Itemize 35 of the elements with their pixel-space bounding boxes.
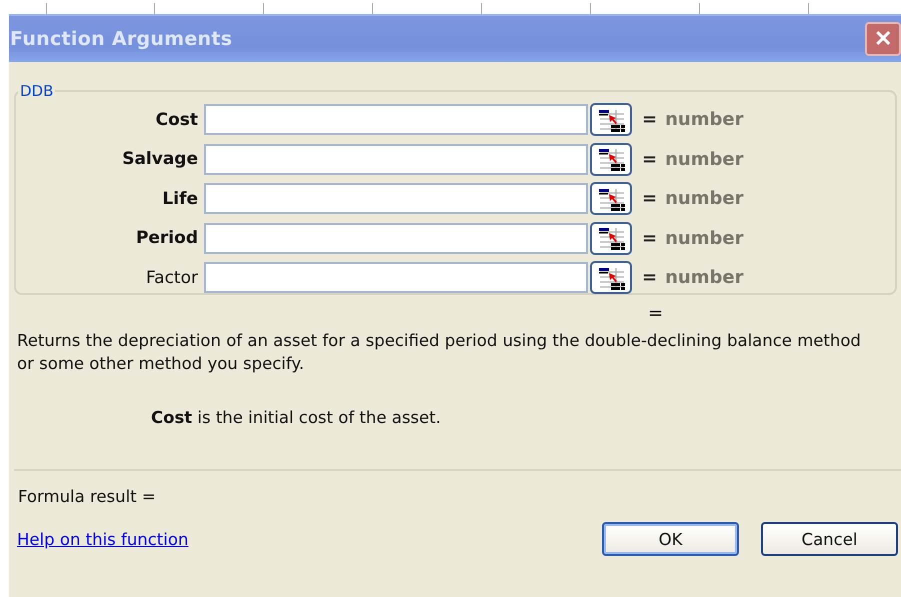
argument-field[interactable]: [204, 262, 588, 294]
dialog-button[interactable]: OK: [602, 522, 739, 556]
argument-label: Factor: [144, 268, 199, 288]
equals-sign: =: [642, 188, 658, 210]
argument-description: Cost is the initial cost of the asset.: [151, 408, 442, 427]
equals-sign: =: [642, 148, 658, 170]
group-title: DDB: [19, 82, 54, 100]
help-link[interactable]: Help on this function: [17, 530, 188, 548]
dialog-button[interactable]: Cancel: [761, 522, 898, 556]
equals-sign: =: [642, 109, 658, 130]
argument-field[interactable]: [204, 144, 588, 175]
value-type-hint: number: [665, 109, 744, 130]
value-type-hint: number: [665, 188, 744, 210]
function-description: Returns the depreciation of an asset for a specified period using the double-declining balance method or some other method you specify.: [17, 330, 862, 375]
range-select-button[interactable]: [590, 103, 632, 136]
argument-field[interactable]: [204, 222, 588, 254]
argument-field[interactable]: [204, 183, 588, 214]
argument-label: Cost: [154, 110, 199, 130]
argument-label: Life: [161, 188, 199, 209]
argument-field[interactable]: [204, 104, 588, 136]
value-type-hint: number: [665, 228, 744, 249]
result-equals-sign: =: [648, 303, 664, 324]
value-type-hint: number: [665, 148, 744, 170]
window-title: Function Arguments: [10, 28, 232, 50]
formula-result-label: Formula result =: [18, 487, 157, 506]
range-select-button[interactable]: [590, 142, 632, 176]
close-button[interactable]: ✕: [865, 22, 901, 56]
range-select-button[interactable]: [590, 222, 632, 255]
value-type-hint: number: [665, 267, 744, 288]
equals-sign: =: [642, 267, 658, 288]
range-select-button[interactable]: [590, 182, 632, 216]
equals-sign: =: [642, 228, 658, 249]
range-select-button[interactable]: [590, 261, 632, 294]
argument-label: Salvage: [121, 149, 199, 170]
argument-label: Period: [134, 228, 199, 248]
